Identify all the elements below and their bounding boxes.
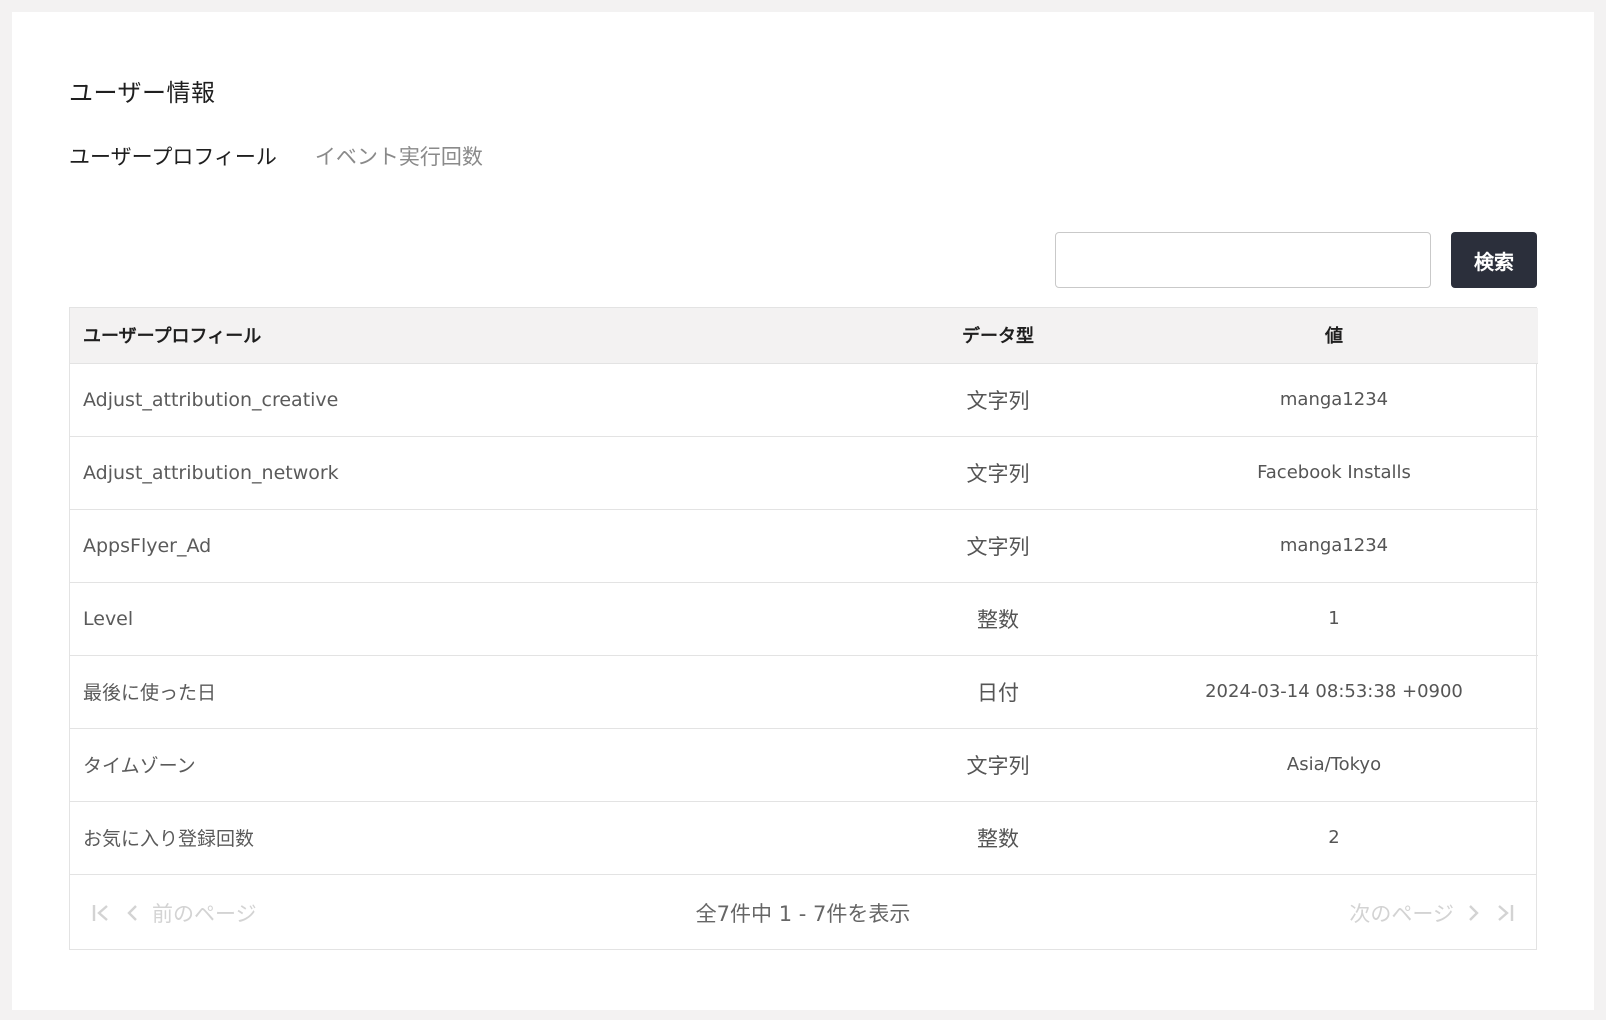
table-row: Adjust_attribution_network 文字列 Facebook … — [70, 436, 1538, 509]
cell-type: 整数 — [977, 826, 1019, 851]
cell-value: manga1234 — [1279, 535, 1389, 556]
cell-name: Adjust_attribution_creative — [83, 388, 339, 411]
page-title: ユーザー情報 — [69, 79, 216, 107]
cell-type: 文字列 — [966, 753, 1030, 778]
tab-event-count[interactable]: イベント実行回数 — [315, 141, 483, 171]
tab-user-profile[interactable]: ユーザープロフィール — [69, 141, 277, 171]
cell-name: タイムゾーン — [83, 755, 196, 777]
table-row: お気に入り登録回数 整数 2 — [70, 801, 1538, 874]
cell-value: manga1234 — [1279, 389, 1389, 410]
cell-value: Asia/Tokyo — [1286, 754, 1382, 775]
pagination: 前のページ 全7件中 1 - 7件を表示 次のページ — [70, 874, 1536, 949]
chevron-right-icon[interactable] — [1466, 902, 1482, 924]
cell-value: 1 — [1328, 608, 1340, 629]
cell-name: Adjust_attribution_network — [83, 461, 339, 484]
cell-value: Facebook Installs — [1257, 462, 1411, 483]
cell-type: 日付 — [977, 680, 1019, 705]
cell-type: 文字列 — [966, 388, 1030, 413]
table-row: 最後に使った日 日付 2024-03-14 08:53:38 +0900 — [70, 655, 1538, 728]
cell-value: 2 — [1328, 827, 1340, 849]
profile-table: ユーザープロフィール データ型 値 Adjust_attribution_cre… — [69, 307, 1538, 950]
search-button[interactable]: 検索 — [1451, 232, 1537, 288]
cell-type: 文字列 — [966, 534, 1030, 559]
cell-name: 最後に使った日 — [83, 682, 217, 704]
cell-name: お気に入り登録回数 — [83, 828, 255, 851]
cell-type: 整数 — [977, 607, 1019, 632]
cell-value: 2024-03-14 08:53:38 +0900 — [1205, 681, 1463, 702]
header-data-type: データ型 — [962, 326, 1034, 348]
header-value: 値 — [1325, 326, 1343, 348]
table-header-row: ユーザープロフィール データ型 値 — [70, 308, 1538, 363]
cell-name: Level — [83, 607, 134, 630]
header-profile: ユーザープロフィール — [83, 326, 262, 348]
last-page-icon[interactable] — [1494, 902, 1516, 924]
table-row: Adjust_attribution_creative 文字列 manga123… — [70, 363, 1538, 436]
pagination-info: 全7件中 1 - 7件を表示 — [695, 902, 911, 926]
pagination-next-group: 次のページ — [1349, 898, 1516, 928]
search-input[interactable] — [1055, 232, 1431, 288]
cell-name: AppsFlyer_Ad — [83, 534, 212, 557]
table-row: Level 整数 1 — [70, 582, 1538, 655]
table-row: タイムゾーン 文字列 Asia/Tokyo — [70, 728, 1538, 801]
table-row: AppsFlyer_Ad 文字列 manga1234 — [70, 509, 1538, 582]
cell-type: 文字列 — [966, 461, 1030, 486]
tab-bar: ユーザープロフィール イベント実行回数 — [69, 141, 483, 171]
user-info-card: ユーザー情報 ユーザープロフィール イベント実行回数 検索 ユーザープロフィール… — [12, 12, 1594, 1010]
next-page-link[interactable]: 次のページ — [1349, 898, 1454, 928]
